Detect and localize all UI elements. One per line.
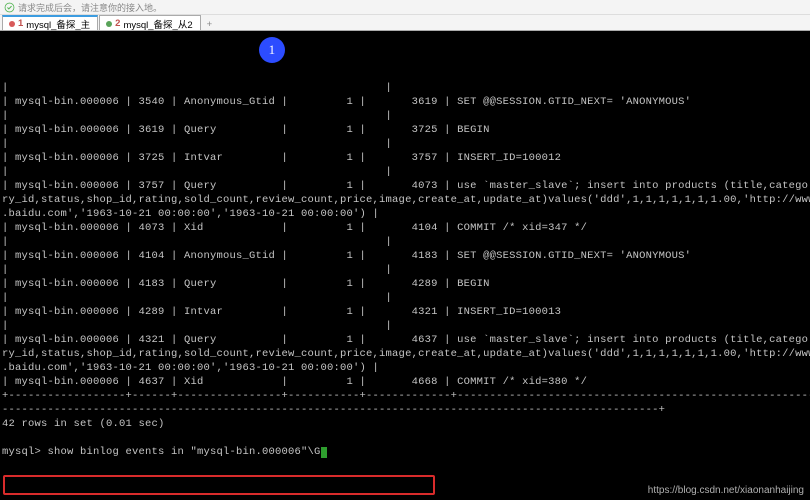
binlog-table: | | | mysql-bin.000006 | 3540 | Anonymou… [2, 81, 804, 445]
badge-number: 1 [269, 43, 276, 57]
titlebar-text: 请求完成后会，请注意你的接入地。 [18, 1, 162, 14]
tab-index: 2 [115, 18, 120, 29]
tab-label: mysql_备探_从2 [123, 17, 192, 31]
tab-index: 1 [18, 18, 23, 29]
tab-mysql-slave2[interactable]: 2 mysql_备探_从2 [99, 15, 200, 30]
tab-mysql-master[interactable]: 1 mysql_备探_主 [2, 15, 98, 30]
window-titlebar: 请求完成后会，请注意你的接入地。 [0, 0, 810, 15]
prompt: mysql> [2, 446, 48, 458]
command-line[interactable]: mysql> show binlog events in "mysql-bin.… [2, 445, 804, 459]
terminal-output[interactable]: 1 | | | mysql-bin.000006 | 3540 | Anonym… [0, 31, 810, 500]
annotation-badge: 1 [259, 37, 285, 63]
highlight-box [3, 475, 435, 495]
command-text: show binlog events in "mysql-bin.000006"… [48, 446, 321, 458]
tab-bar: 1 mysql_备探_主 2 mysql_备探_从2 + [0, 15, 810, 31]
watermark-text: https://blog.csdn.net/xiaonanhaijing [648, 485, 804, 496]
dot-icon [106, 21, 112, 27]
check-icon [3, 1, 15, 13]
cursor-block [321, 447, 327, 458]
tab-label: mysql_备探_主 [26, 17, 90, 31]
new-tab-button[interactable]: + [202, 19, 218, 30]
dot-icon [9, 21, 15, 27]
